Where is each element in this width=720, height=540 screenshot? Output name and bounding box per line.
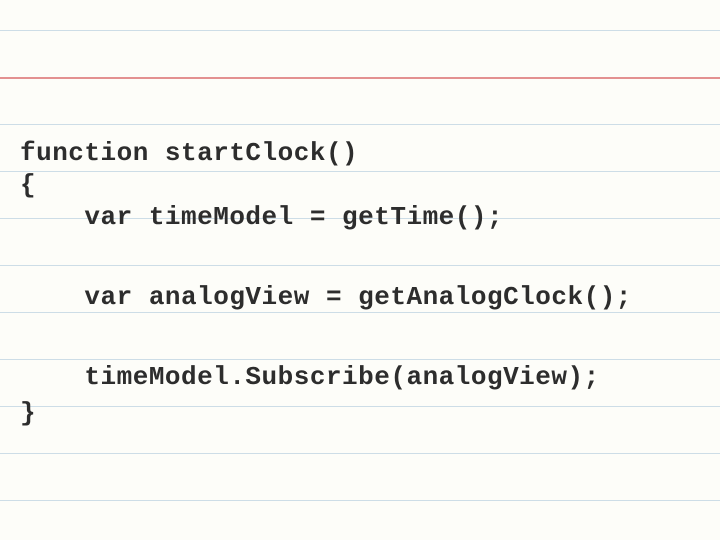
code-line-6: } <box>20 398 36 428</box>
code-line-2: { <box>20 170 36 200</box>
code-line-1: function startClock() <box>20 138 358 168</box>
code-line-3: var timeModel = getTime(); <box>20 202 503 232</box>
code-line-4: var analogView = getAnalogClock(); <box>20 282 632 312</box>
code-block: function startClock() { var timeModel = … <box>0 0 64 240</box>
notepaper-slide: function startClock() { var timeModel = … <box>0 0 720 540</box>
code-line-5: timeModel.Subscribe(analogView); <box>20 362 600 392</box>
